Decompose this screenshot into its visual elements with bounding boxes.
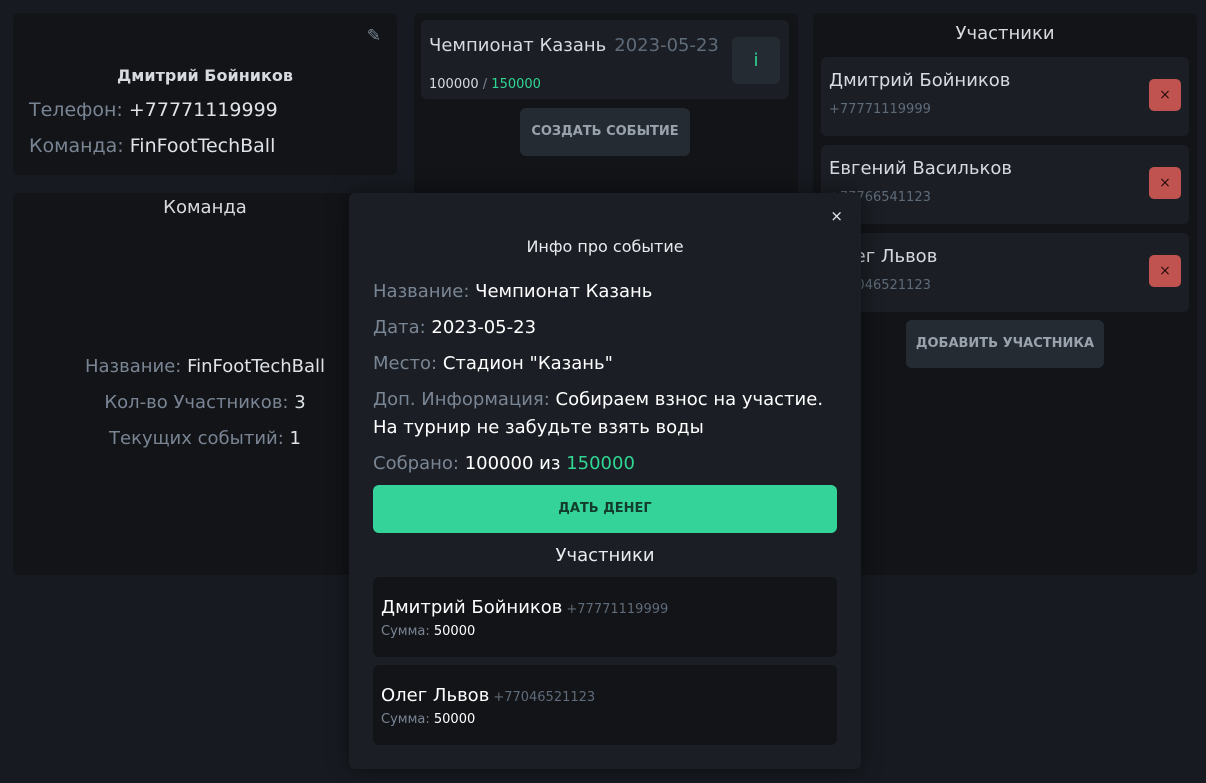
modal-goal: 150000: [566, 453, 635, 474]
event-info-button[interactable]: i: [732, 37, 780, 84]
profile-panel: ✎ Дмитрий Бойников Телефон: +77771119999…: [13, 13, 397, 175]
event-goal: 150000: [491, 77, 541, 92]
modal-date: 2023-05-23: [431, 317, 537, 338]
modal-place-label: Место:: [373, 353, 438, 374]
participants-title: Участники: [955, 23, 1055, 44]
modal-extra-label: Доп. Информация:: [373, 389, 550, 410]
modal-place-row: Место: Стадион "Казань": [373, 350, 843, 378]
contributor-name-row: Дмитрий Бойников +77771119999: [381, 597, 668, 618]
contributor-sum-row: Сумма: 50000: [381, 712, 475, 727]
add-participant-button[interactable]: ДОБАВИТЬ УЧАСТНИКА: [906, 320, 1104, 368]
modal-place: Стадион "Казань": [442, 353, 613, 374]
modal-date-label: Дата:: [373, 317, 426, 338]
modal-participants-title: Участники: [555, 545, 655, 566]
event-separator: /: [478, 77, 492, 92]
modal-name: Чемпионат Казань: [475, 281, 653, 302]
event-card: Чемпионат Казань 2023-05-23 100000 / 1500…: [421, 20, 789, 99]
profile-phone: +77771119999: [128, 99, 278, 121]
team-name: FinFootTechBall: [187, 356, 326, 377]
profile-name: Дмитрий Бойников: [117, 66, 293, 85]
participant-card: Евгений Васильков +77766541123 ×: [821, 145, 1189, 224]
modal-collected-row: Собрано: 100000 из 150000: [373, 450, 843, 478]
team-events-label: Текущих событий:: [109, 428, 284, 449]
participant-card: Дмитрий Бойников +77771119999 ×: [821, 57, 1189, 136]
contributor-sum: 50000: [433, 712, 476, 727]
team-name-row: Название: FinFootTechBall: [13, 356, 397, 377]
profile-team-label: Команда:: [29, 135, 124, 157]
modal-name-label: Название:: [373, 281, 470, 302]
close-icon[interactable]: ×: [830, 207, 843, 225]
contributor-phone: +77771119999: [566, 602, 669, 617]
modal-title: Инфо про событие: [526, 237, 684, 256]
team-panel: Команда Название: FinFootTechBall Кол-во…: [13, 193, 397, 575]
event-progress: 100000 / 150000: [429, 77, 541, 92]
contributor-name: Олег Львов: [381, 685, 490, 706]
participant-name: Дмитрий Бойников: [829, 70, 1011, 91]
event-date: 2023-05-23: [614, 35, 719, 56]
event-title-row: Чемпионат Казань 2023-05-23: [429, 35, 719, 56]
event-info-modal: × Инфо про событие Название: Чемпионат К…: [349, 193, 861, 769]
contributor-sum-label: Сумма:: [381, 624, 430, 639]
contributor-name: Дмитрий Бойников: [381, 597, 563, 618]
contributor-card: Олег Львов +77046521123 Сумма: 50000: [373, 665, 837, 745]
contributor-name-row: Олег Львов +77046521123: [381, 685, 595, 706]
profile-team: FinFootTechBall: [129, 135, 276, 157]
contributor-sum-label: Сумма:: [381, 712, 430, 727]
event-collected: 100000: [429, 77, 479, 92]
modal-of-word: из: [539, 453, 561, 474]
profile-phone-row: Телефон: +77771119999: [29, 99, 278, 121]
event-name: Чемпионат Казань: [429, 35, 607, 56]
participant-phone: +77771119999: [829, 102, 931, 117]
profile-phone-label: Телефон:: [29, 99, 123, 121]
modal-collected: 100000: [464, 453, 534, 474]
participants-panel: Участники Дмитрий Бойников +77771119999 …: [813, 13, 1197, 575]
modal-name-row: Название: Чемпионат Казань: [373, 278, 843, 306]
team-events-row: Текущих событий: 1: [13, 428, 397, 449]
team-members: 3: [294, 392, 306, 413]
contributor-phone: +77046521123: [493, 690, 596, 705]
pencil-icon[interactable]: ✎: [367, 26, 381, 46]
profile-team-row: Команда: FinFootTechBall: [29, 135, 275, 157]
team-title: Команда: [163, 197, 247, 218]
team-name-label: Название:: [84, 356, 182, 377]
team-members-label: Кол-во Участников:: [104, 392, 289, 413]
give-money-button[interactable]: ДАТЬ ДЕНЕГ: [373, 485, 837, 533]
modal-collected-label: Собрано:: [373, 453, 459, 474]
delete-participant-button[interactable]: ×: [1149, 79, 1181, 111]
contributor-sum: 50000: [433, 624, 476, 639]
contributor-sum-row: Сумма: 50000: [381, 624, 475, 639]
delete-participant-button[interactable]: ×: [1149, 167, 1181, 199]
participant-name: Евгений Васильков: [829, 158, 1012, 179]
create-event-button[interactable]: СОЗДАТЬ СОБЫТИЕ: [520, 108, 690, 156]
team-members-row: Кол-во Участников: 3: [13, 392, 397, 413]
modal-date-row: Дата: 2023-05-23: [373, 314, 843, 342]
delete-participant-button[interactable]: ×: [1149, 255, 1181, 287]
participant-card: Олег Львов +77046521123 ×: [821, 233, 1189, 312]
team-events: 1: [289, 428, 301, 449]
contributor-card: Дмитрий Бойников +77771119999 Сумма: 5000…: [373, 577, 837, 657]
modal-extra-row: Доп. Информация: Собираем взнос на участ…: [373, 386, 843, 442]
